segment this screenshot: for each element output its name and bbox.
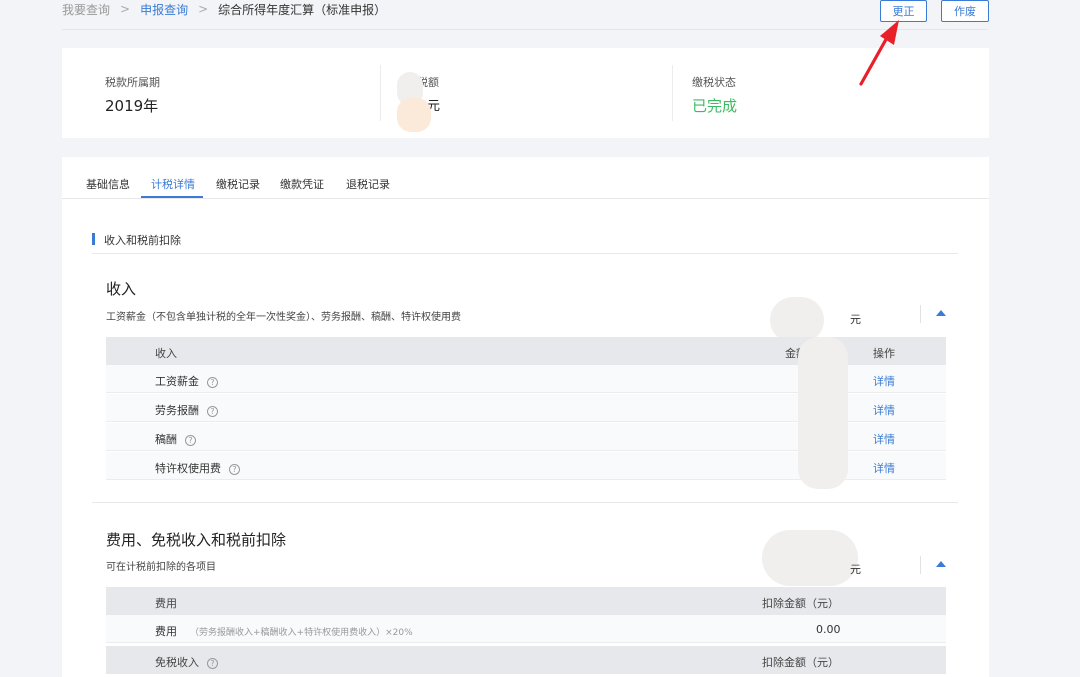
summary-card: 税款所属期 2019年 税额 元 缴税状态 已完成 bbox=[62, 48, 989, 138]
fee-amount: 0.00 bbox=[816, 623, 841, 636]
row-label: 特许权使用费? bbox=[155, 460, 240, 476]
column-header-income: 收入 bbox=[155, 347, 177, 360]
period-label: 税款所属期 bbox=[105, 76, 160, 89]
tab-bar: 基础信息 计税详情 缴税记录 缴款凭证 退税记录 bbox=[62, 157, 989, 199]
group-divider bbox=[92, 502, 958, 503]
row-label: 稿酬? bbox=[155, 431, 196, 447]
tab-payment-records[interactable]: 缴税记录 bbox=[216, 176, 260, 192]
detail-link[interactable]: 详情 bbox=[873, 460, 895, 476]
table-row: 费用 （劳务报酬收入+稿酬收入+特许权使用费收入）×20% 0.00 bbox=[106, 615, 946, 643]
annotation-arrow-icon bbox=[859, 20, 899, 86]
tab-payment-vouchers[interactable]: 缴款凭证 bbox=[280, 176, 324, 192]
fee-formula: （劳务报酬收入+稿酬收入+特许权使用费收入）×20% bbox=[190, 628, 413, 638]
status-value: 已完成 bbox=[692, 97, 738, 115]
table-header: 免税收入? 扣除金额（元） bbox=[106, 646, 946, 674]
column-header-fee: 费用 bbox=[155, 597, 177, 610]
income-table: 收入 金额（元） 操作 工资薪金? 详情 劳务报酬? 详情 稿酬? 详情 特许权… bbox=[106, 337, 946, 489]
income-title: 收入 bbox=[106, 280, 137, 298]
summary-status: 缴税状态 已完成 bbox=[673, 48, 989, 138]
detail-link[interactable]: 详情 bbox=[873, 431, 895, 447]
breadcrumb-separator: > bbox=[120, 2, 131, 16]
breadcrumb-item-query[interactable]: 我要查询 bbox=[62, 1, 110, 18]
income-subtitle: 工资薪金（不包含单独计税的全年一次性奖金）、劳务报酬、稿酬、特许权使用费 bbox=[106, 312, 461, 323]
void-button[interactable]: 作废 bbox=[941, 0, 989, 22]
collapse-caret-icon[interactable] bbox=[936, 561, 946, 567]
section-title: 收入和税前扣除 bbox=[104, 234, 181, 247]
row-label: 费用 bbox=[155, 625, 177, 638]
status-label: 缴税状态 bbox=[692, 76, 736, 89]
redaction-blur bbox=[798, 337, 848, 489]
detail-card: 基础信息 计税详情 缴税记录 缴款凭证 退税记录 收入和税前扣除 收入 工资薪金… bbox=[62, 157, 989, 677]
help-icon[interactable]: ? bbox=[207, 658, 218, 669]
help-icon[interactable]: ? bbox=[185, 435, 196, 446]
divider bbox=[920, 305, 921, 323]
tab-tax-details[interactable]: 计税详情 bbox=[151, 176, 195, 192]
deduction-title: 费用、免税收入和税前扣除 bbox=[106, 531, 287, 549]
breadcrumb-separator: > bbox=[198, 2, 209, 16]
detail-link[interactable]: 详情 bbox=[873, 402, 895, 418]
column-header-exempt: 免税收入? bbox=[155, 654, 218, 670]
breadcrumb-item-current: 综合所得年度汇算（标准申报） bbox=[218, 2, 387, 17]
summary-period: 税款所属期 2019年 bbox=[62, 48, 380, 138]
collapse-caret-icon[interactable] bbox=[936, 310, 946, 316]
help-icon[interactable]: ? bbox=[207, 406, 218, 417]
divider bbox=[920, 556, 921, 574]
detail-link[interactable]: 详情 bbox=[873, 373, 895, 389]
income-unit: 元 bbox=[850, 313, 861, 326]
active-tab-indicator bbox=[141, 196, 203, 198]
column-header-deduction-amount: 扣除金额（元） bbox=[762, 597, 839, 610]
deduction-table: 费用 扣除金额（元） 费用 （劳务报酬收入+稿酬收入+特许权使用费收入）×20%… bbox=[106, 587, 946, 677]
column-header-exempt-amount: 扣除金额（元） bbox=[762, 656, 839, 669]
tab-basic-info[interactable]: 基础信息 bbox=[86, 176, 130, 192]
tab-refund-records[interactable]: 退税记录 bbox=[346, 176, 390, 192]
help-icon[interactable]: ? bbox=[207, 377, 218, 388]
breadcrumb: 我要查询 > 申报查询 > 综合所得年度汇算（标准申报） bbox=[62, 0, 386, 18]
header-divider bbox=[62, 29, 988, 30]
deduction-unit: 元 bbox=[850, 563, 861, 576]
period-value: 2019年 bbox=[105, 97, 159, 115]
table-header: 费用 扣除金额（元） bbox=[106, 587, 946, 615]
section-marker bbox=[92, 233, 95, 245]
breadcrumb-item-declaration-query[interactable]: 申报查询 bbox=[140, 1, 188, 18]
row-label: 劳务报酬? bbox=[155, 402, 218, 418]
column-header-action: 操作 bbox=[873, 347, 895, 360]
redaction-blur bbox=[762, 530, 858, 586]
section-divider bbox=[92, 253, 958, 254]
deduction-subtitle: 可在计税前扣除的各项目 bbox=[106, 562, 216, 573]
summary-amount: 税额 元 bbox=[381, 48, 673, 138]
row-label: 工资薪金? bbox=[155, 373, 218, 389]
redaction-blur bbox=[397, 98, 431, 132]
help-icon[interactable]: ? bbox=[229, 464, 240, 475]
